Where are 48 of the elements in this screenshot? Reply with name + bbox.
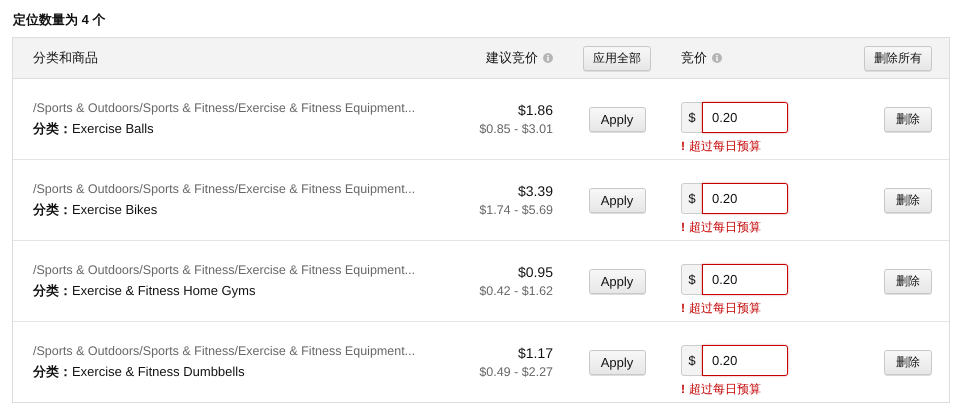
apply-button[interactable]: Apply bbox=[588, 106, 646, 132]
column-header: 分类和商品 bbox=[33, 49, 99, 67]
error-icon: ! bbox=[681, 301, 685, 315]
apply-all-button[interactable]: 应用全部 bbox=[583, 46, 651, 70]
category-name: 分类：Exercise & Fitness Dumbbells bbox=[33, 362, 246, 380]
bid-input[interactable]: 0.20 bbox=[702, 264, 788, 294]
currency-prefix: $ bbox=[681, 264, 702, 294]
currency-prefix: $ bbox=[681, 102, 702, 132]
category-name: 分类：Exercise Bikes bbox=[33, 200, 158, 218]
bid-range: $0.85 - $3.01 bbox=[479, 122, 553, 136]
error-icon: ! bbox=[681, 220, 685, 234]
bid-input[interactable]: 0.20 bbox=[702, 344, 788, 376]
bid-range: $0.42 - $1.62 bbox=[479, 284, 553, 298]
category-name: 分类：Exercise & Fitness Home Gyms bbox=[33, 282, 256, 300]
info-icon bbox=[712, 53, 722, 63]
error-icon: ! bbox=[681, 382, 685, 396]
column-header: 竞价 bbox=[681, 49, 707, 67]
delete-button[interactable]: 删除 bbox=[884, 188, 932, 212]
delete-button[interactable]: 删除 bbox=[884, 106, 932, 132]
error-message: 超过每日预算 bbox=[689, 300, 761, 316]
suggested-bid: $1.86 bbox=[518, 102, 553, 118]
category-path: /Sports & Outdoors/Sports & Fitness/Exercise & Fitness Equipment... bbox=[33, 100, 416, 114]
apply-button[interactable]: Apply bbox=[588, 188, 646, 212]
delete-all-button[interactable]: 删除所有 bbox=[864, 46, 932, 70]
suggested-bid: $0.95 bbox=[518, 264, 553, 280]
apply-button[interactable]: Apply bbox=[588, 268, 646, 294]
category-name: 分类：Exercise Balls bbox=[33, 120, 155, 138]
delete-button[interactable]: 删除 bbox=[884, 350, 932, 374]
currency-prefix: $ bbox=[681, 344, 702, 376]
bid-range: $1.74 - $5.69 bbox=[479, 203, 553, 217]
error-message: 超过每日预算 bbox=[689, 218, 761, 236]
bid-input[interactable]: 0.20 bbox=[702, 102, 788, 132]
column-header: 建议竞价 bbox=[486, 49, 538, 67]
error-message: 超过每日预算 bbox=[689, 380, 761, 398]
targeting-count-title: 定位数量为 4 个 bbox=[13, 12, 106, 28]
bid-range: $0.49 - $2.27 bbox=[479, 365, 553, 379]
suggested-bid: $1.17 bbox=[518, 345, 553, 361]
error-message: 超过每日预算 bbox=[689, 138, 761, 154]
suggested-bid: $3.39 bbox=[518, 183, 553, 199]
currency-prefix: $ bbox=[681, 182, 702, 214]
category-path: /Sports & Outdoors/Sports & Fitness/Exercise & Fitness Equipment... bbox=[33, 182, 416, 196]
category-path: /Sports & Outdoors/Sports & Fitness/Exercise & Fitness Equipment... bbox=[33, 262, 416, 276]
bid-input[interactable]: 0.20 bbox=[702, 182, 788, 214]
error-icon: ! bbox=[681, 139, 685, 153]
category-path: /Sports & Outdoors/Sports & Fitness/Exercise & Fitness Equipment... bbox=[33, 344, 416, 358]
delete-button[interactable]: 删除 bbox=[884, 268, 932, 294]
apply-button[interactable]: Apply bbox=[588, 350, 646, 374]
info-icon bbox=[543, 53, 553, 63]
